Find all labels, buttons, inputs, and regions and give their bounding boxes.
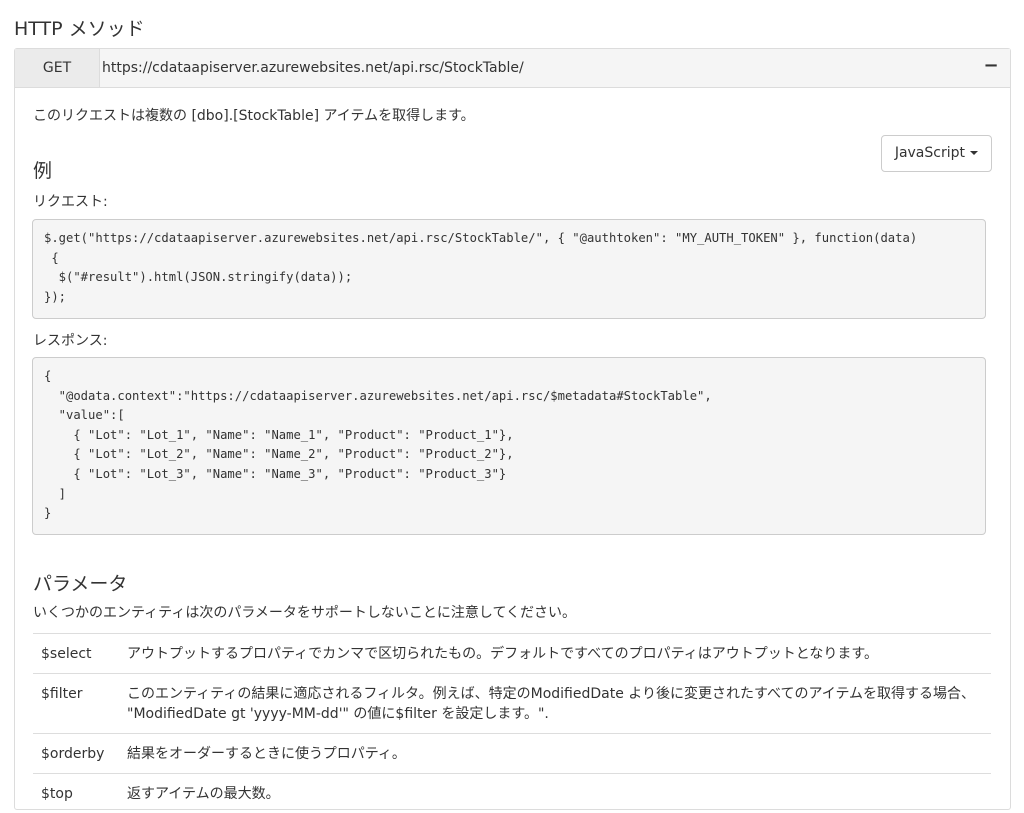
param-description: このエンティティの結果に適応されるフィルタ。例えば、特定のModifiedDat… — [119, 674, 991, 734]
parameters-heading: パラメータ — [33, 569, 127, 596]
table-row: $orderby 結果をオーダーするときに使うプロパティ。 — [33, 734, 991, 774]
collapse-icon[interactable]: − — [982, 55, 1000, 77]
language-dropdown-button[interactable]: JavaScript — [881, 135, 992, 172]
table-row: $filter このエンティティの結果に適応されるフィルタ。例えば、特定のMod… — [33, 674, 991, 734]
example-heading: 例 — [33, 156, 52, 183]
param-name: $top — [33, 774, 119, 813]
section-title: HTTP メソッド — [14, 14, 145, 41]
param-description: 返すアイテムの最大数。 — [119, 774, 991, 813]
param-name: $orderby — [33, 734, 119, 774]
param-description: アウトプットするプロパティでカンマで区切られたもの。デフォルトですべてのプロパテ… — [119, 634, 991, 674]
response-label: レスポンス: — [33, 330, 107, 350]
request-label: リクエスト: — [33, 191, 108, 211]
parameters-table: $select アウトプットするプロパティでカンマで区切られたもの。デフォルトで… — [33, 633, 991, 813]
endpoint-url: https://cdataapiserver.azurewebsites.net… — [102, 49, 524, 87]
response-code-block: { "@odata.context":"https://cdataapiserv… — [32, 357, 986, 535]
caret-down-icon — [970, 151, 978, 155]
param-description: 結果をオーダーするときに使うプロパティ。 — [119, 734, 991, 774]
operation-panel: GET https://cdataapiserver.azurewebsites… — [14, 48, 1011, 810]
http-method-badge: GET — [15, 49, 100, 87]
parameters-note: いくつかのエンティティは次のパラメータをサポートしないことに注意してください。 — [33, 602, 576, 622]
language-dropdown-label: JavaScript — [895, 145, 965, 161]
operation-description: このリクエストは複数の [dbo].[StockTable] アイテムを取得しま… — [33, 105, 475, 125]
table-row: $select アウトプットするプロパティでカンマで区切られたもの。デフォルトで… — [33, 634, 991, 674]
param-name: $filter — [33, 674, 119, 734]
param-name: $select — [33, 634, 119, 674]
table-row: $top 返すアイテムの最大数。 — [33, 774, 991, 813]
operation-header[interactable]: GET https://cdataapiserver.azurewebsites… — [15, 49, 1010, 88]
request-code-block: $.get("https://cdataapiserver.azurewebsi… — [32, 219, 986, 319]
